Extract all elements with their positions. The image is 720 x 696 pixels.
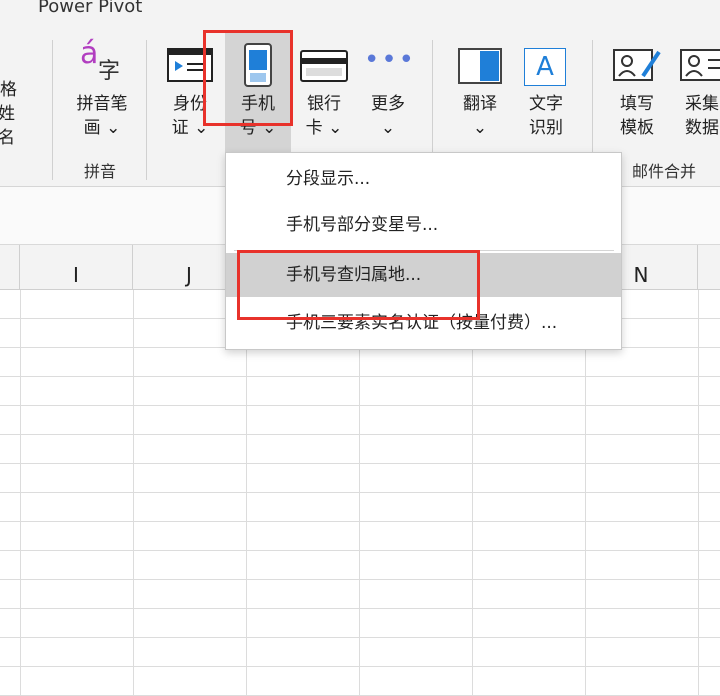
column-header-o[interactable] <box>698 245 720 289</box>
fill-template-label: 填写 模板 <box>620 94 654 138</box>
pinyin-zi-glyph: 字 <box>98 59 121 84</box>
more-dots-icon: ••• <box>360 42 416 92</box>
pinyin-icon: á 字 <box>66 36 138 92</box>
more-label: 更多 ⌄ <box>371 94 405 138</box>
more-dots-glyph: ••• <box>364 45 417 75</box>
grid-line <box>0 608 720 609</box>
fill-template-icon <box>608 42 666 92</box>
group-label-pinyin: 拼音 <box>84 162 117 181</box>
bankcard-label: 银行 卡 ⌄ <box>305 94 343 138</box>
grid-line <box>246 290 247 696</box>
grid-line <box>0 666 720 667</box>
grid-line <box>472 290 473 696</box>
collect-data-icon <box>674 42 720 92</box>
ocr-a-glyph: A <box>524 48 566 86</box>
group-label-mail-merge: 邮件合并 <box>632 162 697 181</box>
partial-left-line2: 姓名 <box>0 104 15 148</box>
grid-line <box>585 290 586 696</box>
partial-left-button[interactable]: 格 姓名 <box>0 78 22 150</box>
more-button[interactable]: ••• 更多 ⌄ <box>360 42 416 140</box>
separator <box>52 40 53 180</box>
translate-label: 翻译 ⌄ <box>463 94 497 138</box>
grid-line <box>133 290 134 696</box>
grid-line <box>0 405 720 406</box>
separator <box>146 40 147 180</box>
menu-item-segment-display[interactable]: 分段显示... <box>226 157 621 201</box>
ocr-label: 文字 识别 <box>529 94 563 138</box>
collect-data-label: 采集 数据 <box>685 94 719 138</box>
partial-left-line1: 格 <box>0 80 17 100</box>
annotation-box-phone-location <box>237 250 480 320</box>
column-header-h[interactable] <box>0 245 20 289</box>
grid-line <box>20 290 21 696</box>
grid-line <box>359 290 360 696</box>
grid-line <box>0 463 720 464</box>
pinyin-stroke-button[interactable]: á 字 拼音笔 画 ⌄ <box>66 36 138 140</box>
fill-template-button[interactable]: 填写 模板 <box>608 42 666 140</box>
annotation-box-phone-button <box>203 30 293 126</box>
grid-line <box>0 579 720 580</box>
column-header-i[interactable]: I <box>20 245 133 289</box>
grid-line <box>0 550 720 551</box>
translate-button[interactable]: 翻译 ⌄ <box>452 42 508 140</box>
pinyin-label: 拼音笔 画 ⌄ <box>76 94 128 138</box>
bankcard-button[interactable]: 银行 卡 ⌄ <box>296 42 352 140</box>
worksheet-grid[interactable] <box>0 290 720 696</box>
pinyin-accent-glyph: á <box>80 36 99 71</box>
grid-line <box>0 434 720 435</box>
grid-line <box>0 637 720 638</box>
grid-line <box>0 521 720 522</box>
grid-line <box>698 290 699 696</box>
collect-data-button[interactable]: 采集 数据 <box>674 42 720 140</box>
translate-icon <box>452 42 508 92</box>
ocr-button[interactable]: A 文字 识别 <box>518 42 574 140</box>
grid-line <box>0 376 720 377</box>
menu-item-mask-phone[interactable]: 手机号部分变星号... <box>226 203 621 247</box>
bankcard-icon <box>296 42 352 92</box>
grid-line <box>0 492 720 493</box>
tab-power-pivot[interactable]: Power Pivot <box>38 0 142 17</box>
ocr-icon: A <box>518 42 574 92</box>
